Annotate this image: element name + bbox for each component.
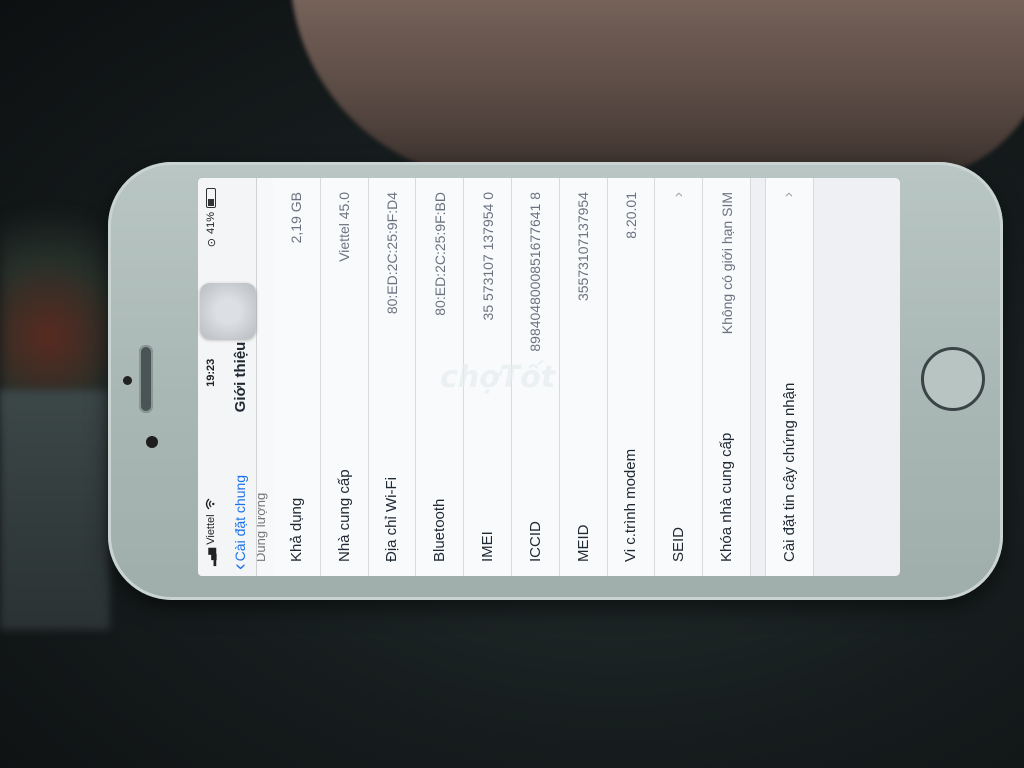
chevron-right-icon: › — [780, 192, 798, 198]
front-camera — [123, 376, 132, 385]
home-button[interactable] — [921, 347, 985, 411]
back-label: Cài đặt chung — [232, 474, 248, 562]
assistive-touch-icon[interactable] — [200, 283, 256, 339]
list-item-modem-firmware: Vi c.trình modem 8.20.01 — [607, 178, 656, 576]
list-item-certificate-trust[interactable]: Cài đặt tin cậy chứng nhận › — [764, 178, 814, 576]
list-item-carrier-lock: Khóa nhà cung cấp Không có giới hạn SIM — [703, 178, 751, 576]
list-item-carrier: Nhà cung cấp Viettel 45.0 — [320, 178, 369, 576]
background-decor-lower — [0, 390, 110, 630]
navigation-bar: ‹ Cài đặt chung Giới thiệu — [224, 178, 257, 576]
battery-icon — [206, 188, 216, 208]
watermark-logo: chợTốt — [440, 360, 556, 395]
battery-percent: 41% — [205, 212, 217, 235]
list-item-partial: Dung lượng — [257, 178, 273, 576]
status-bar: ▂▄▆ Viettel 19:23 ⊙ 41% — [198, 178, 224, 576]
chevron-right-icon: › — [669, 192, 687, 198]
earpiece-speaker — [139, 345, 153, 413]
proximity-sensor — [146, 436, 158, 448]
rotation-lock-icon: ⊙ — [205, 238, 218, 248]
status-time: 19:23 — [205, 358, 217, 387]
carrier-name: Viettel — [205, 514, 217, 545]
hand-background — [290, 0, 1024, 180]
list-item-available: Khả dụng 2,19 GB — [273, 178, 321, 576]
list-item-meid: MEID 35573107137954 — [559, 178, 608, 576]
wifi-icon — [205, 498, 218, 510]
back-button[interactable]: ‹ Cài đặt chung — [229, 474, 251, 570]
list-item-seid[interactable]: SEID › — [655, 178, 704, 576]
list-item-wifi-address: Địa chỉ Wi-Fi 80:ED:2C:25:9F:D4 — [368, 178, 417, 576]
signal-icon: ▂▄▆ — [205, 548, 216, 566]
chevron-left-icon: ‹ — [229, 563, 251, 570]
